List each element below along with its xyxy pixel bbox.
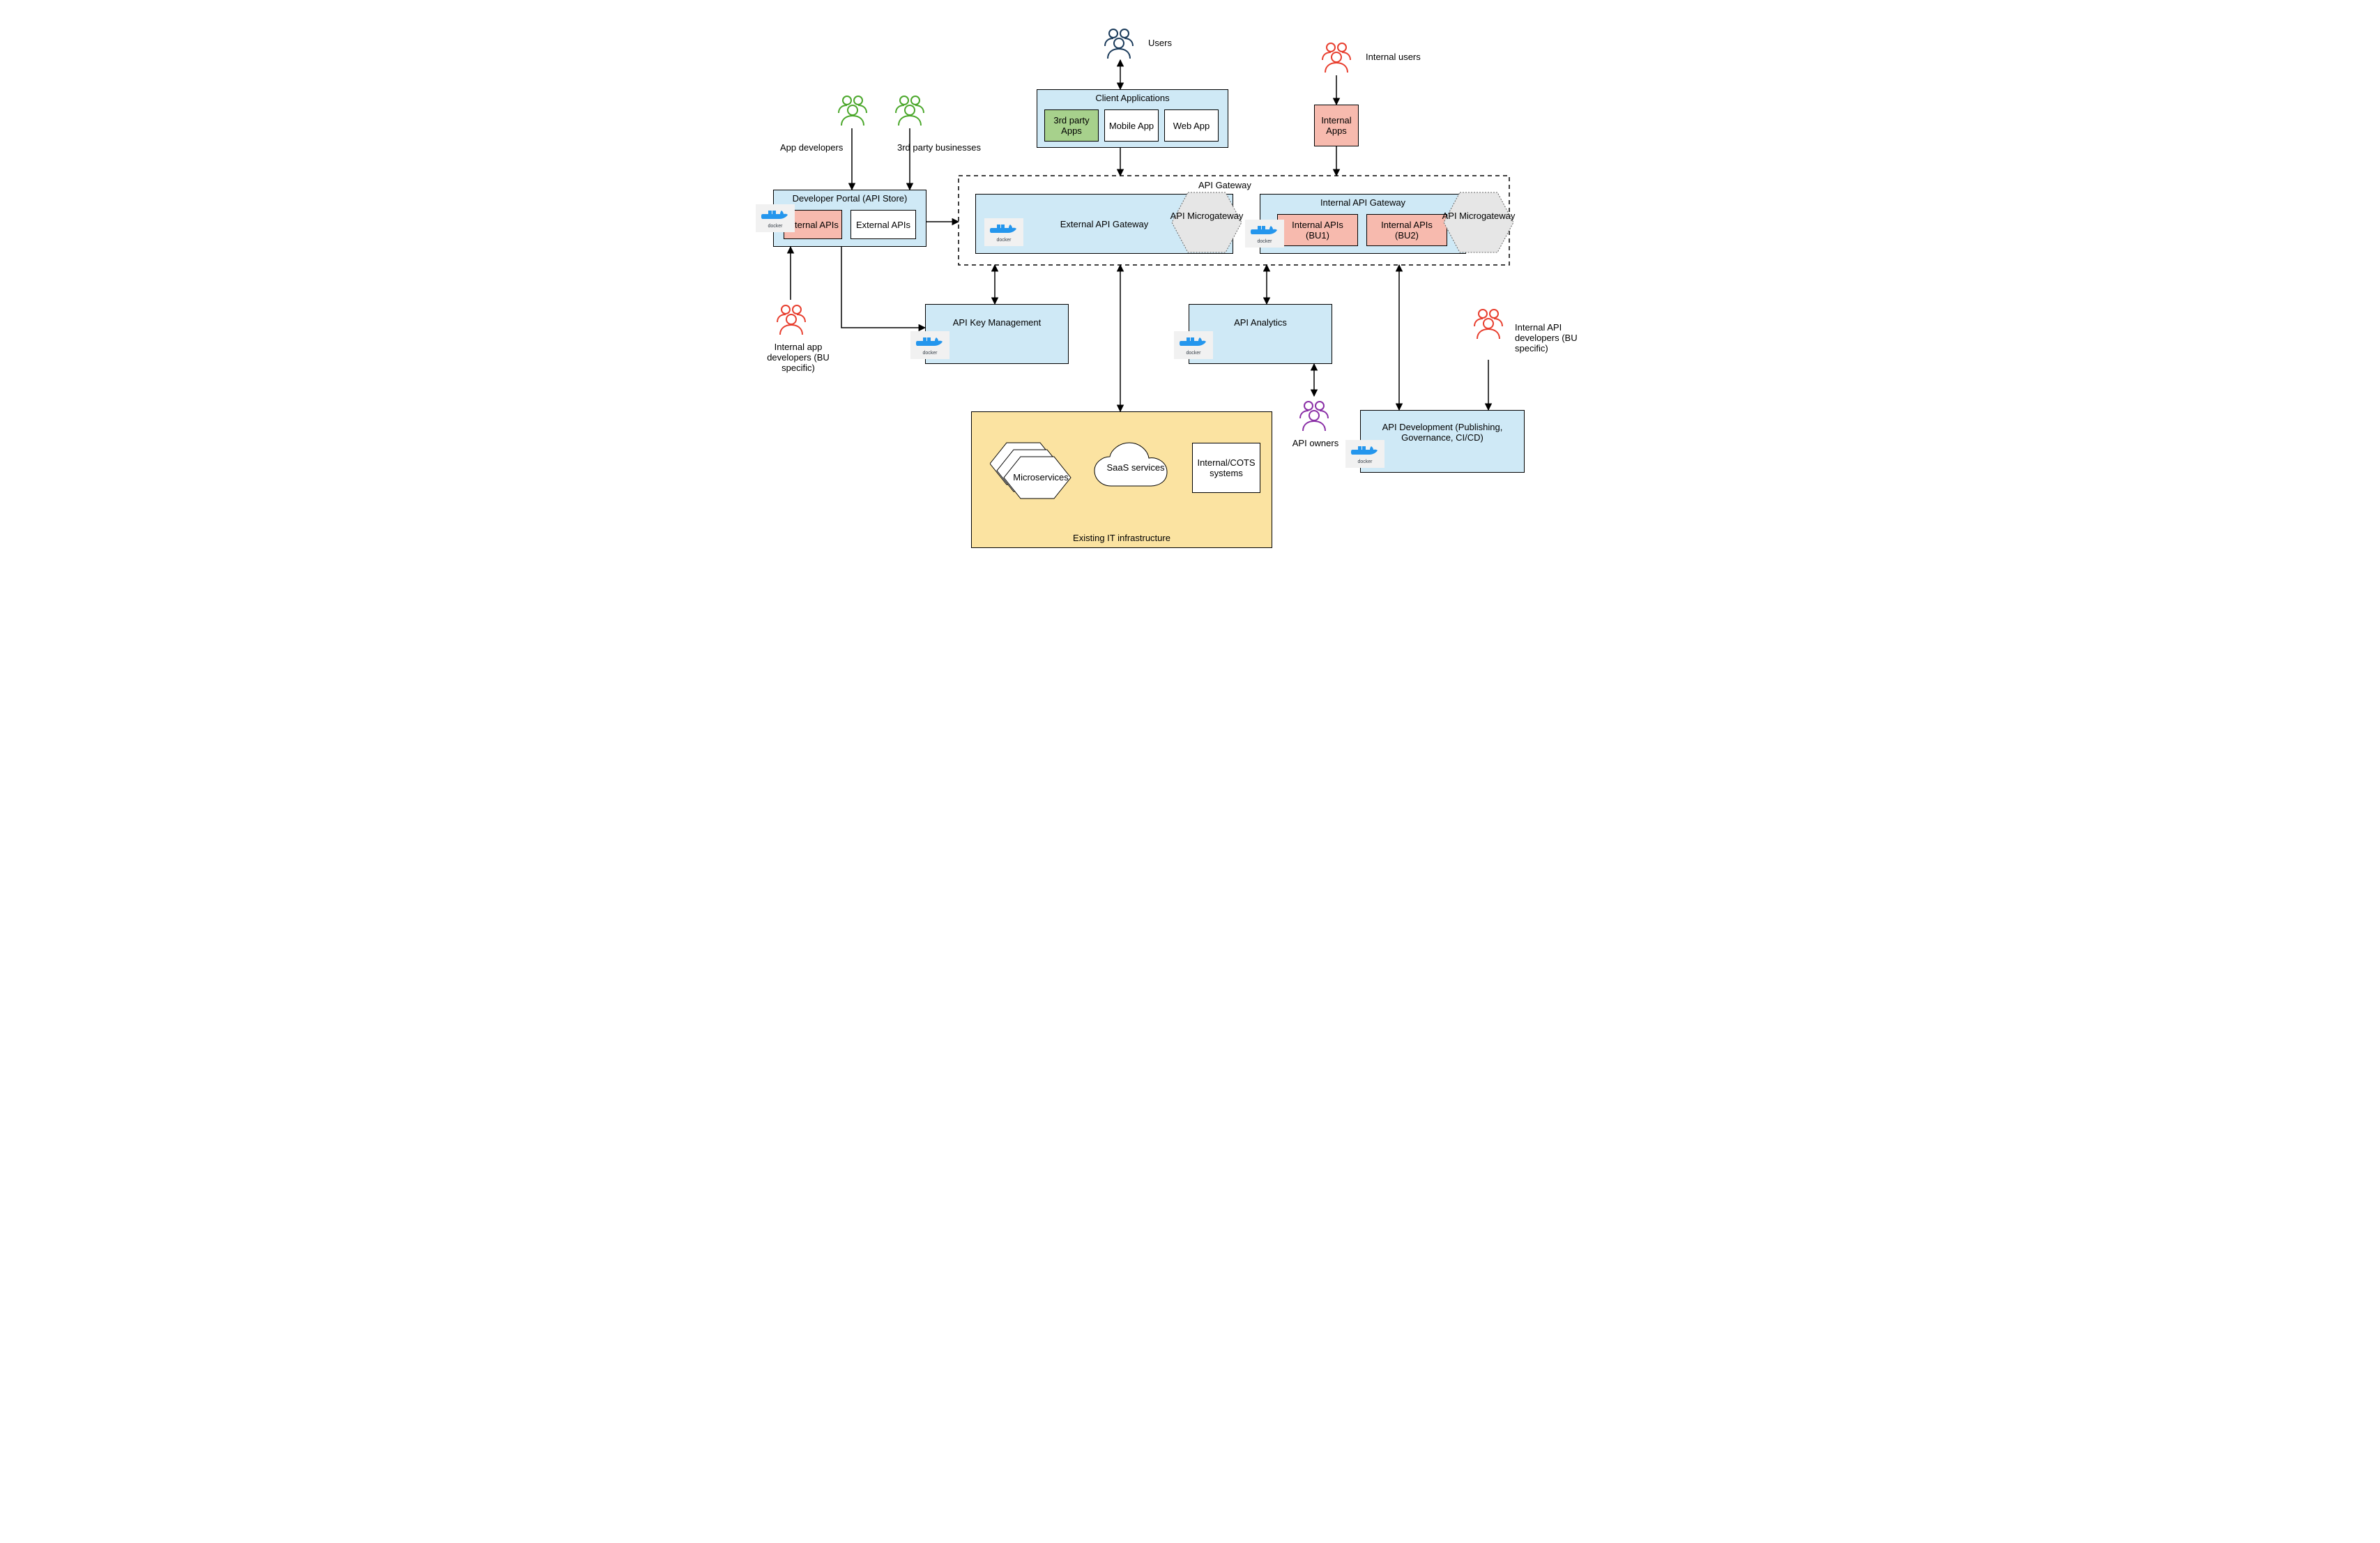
client-apps-title: Client Applications: [1037, 90, 1228, 106]
cots-label: Internal/COTS systems: [1193, 443, 1260, 492]
svg-text:docker: docker: [1186, 351, 1201, 356]
internal-api-gateway: Internal API Gateway Internal APIs (BU1)…: [1260, 194, 1466, 254]
saas-label: SaaS services: [1090, 462, 1181, 473]
internal-apis-bu1: Internal APIs (BU1): [1277, 214, 1358, 246]
docker-icon: docker: [756, 204, 795, 232]
api-owners-label: API owners: [1288, 438, 1343, 448]
third-party-icon: [890, 91, 929, 129]
svg-text:docker: docker: [1357, 459, 1373, 464]
architecture-diagram: Users Internal users App developers 3rd …: [730, 0, 1650, 628]
web-app: Web App: [1164, 109, 1219, 142]
internal-app-devs-label: Internal app developers (BU specific): [756, 342, 840, 373]
internal-gateway-title: Internal API Gateway: [1260, 195, 1465, 211]
docker-icon: docker: [910, 331, 949, 359]
api-owners-icon: [1295, 396, 1334, 434]
bu2-label: Internal APIs (BU2): [1367, 215, 1447, 245]
microgateway-label-2: API Microgateway: [1441, 211, 1516, 221]
api-analytics: API Analytics docker: [1189, 304, 1332, 364]
api-development: API Development (Publishing, Governance,…: [1360, 410, 1525, 473]
app-developers-icon: [833, 91, 872, 129]
client-applications: Client Applications 3rd party Apps Mobil…: [1037, 89, 1228, 148]
api-key-management: API Key Management docker: [925, 304, 1069, 364]
web-app-label: Web App: [1165, 110, 1218, 141]
mobile-app: Mobile App: [1104, 109, 1159, 142]
docker-icon: docker: [984, 218, 1023, 246]
saas-cloud: SaaS services: [1090, 440, 1181, 499]
mobile-app-label: Mobile App: [1105, 110, 1158, 141]
internal-apps: Internal Apps: [1314, 105, 1359, 146]
apidev-label: API Development (Publishing, Governance,…: [1361, 411, 1524, 454]
api-gateway-title: API Gateway: [1198, 180, 1251, 190]
infra-title: Existing IT infrastructure: [972, 533, 1272, 543]
internal-cots: Internal/COTS systems: [1192, 443, 1260, 493]
developer-portal: Developer Portal (API Store) Internal AP…: [773, 190, 926, 247]
users-label: Users: [1148, 38, 1172, 48]
third-party-apps-label: 3rd party Apps: [1045, 110, 1098, 141]
internal-apps-label: Internal Apps: [1315, 105, 1358, 146]
app-developers-label: App developers: [780, 142, 843, 153]
svg-text:docker: docker: [996, 238, 1012, 243]
api-microgateway-external: API Microgateway: [1169, 190, 1244, 255]
internal-app-devs-icon: [772, 300, 811, 338]
svg-text:docker: docker: [768, 224, 783, 229]
svg-text:docker: docker: [1257, 239, 1272, 244]
internal-users-label: Internal users: [1366, 52, 1421, 62]
developer-portal-title: Developer Portal (API Store): [774, 190, 926, 206]
external-apis-label: External APIs: [851, 211, 915, 238]
internal-apis-bu2: Internal APIs (BU2): [1366, 214, 1447, 246]
docker-icon: docker: [1174, 331, 1213, 359]
external-apis-tile: External APIs: [850, 210, 916, 239]
internal-api-devs-label: Internal API developers (BU specific): [1515, 322, 1599, 354]
docker-icon: docker: [1245, 220, 1284, 248]
third-party-label: 3rd party businesses: [897, 142, 981, 153]
docker-icon: docker: [1345, 440, 1384, 468]
microservices-hex: Microservices: [990, 426, 1074, 510]
svg-text:docker: docker: [922, 351, 938, 356]
internal-users-icon: [1317, 38, 1356, 76]
microservices-label: Microservices: [1009, 472, 1072, 482]
api-microgateway-internal: API Microgateway: [1441, 190, 1516, 255]
users-icon: [1099, 24, 1138, 62]
bu1-label: Internal APIs (BU1): [1278, 215, 1357, 245]
internal-api-devs-icon: [1469, 304, 1508, 342]
third-party-apps: 3rd party Apps: [1044, 109, 1099, 142]
existing-it-infra: Existing IT infrastructure Microservices…: [971, 411, 1272, 548]
microgateway-label: API Microgateway: [1169, 211, 1244, 221]
